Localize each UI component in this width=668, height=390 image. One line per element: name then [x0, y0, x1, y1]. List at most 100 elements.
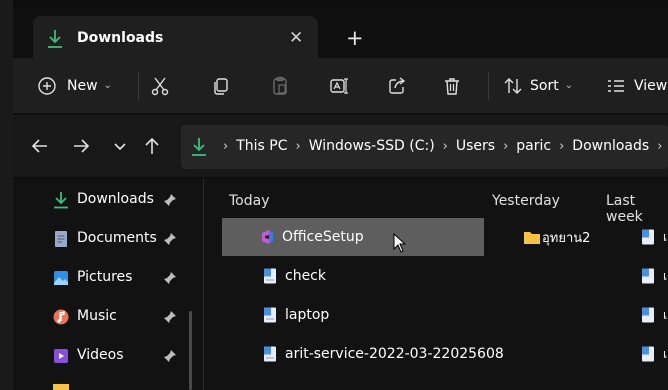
sidebar-item-documents[interactable]: Documents — [13, 220, 203, 258]
file-item[interactable]: เอ — [641, 335, 668, 373]
sort-label: Sort — [530, 77, 559, 94]
file-name: check — [285, 268, 326, 284]
file-name: เอ — [663, 307, 668, 322]
document-icon — [642, 346, 654, 362]
crumb-this-pc[interactable]: This PC — [236, 138, 287, 154]
document-icon — [264, 307, 276, 323]
pin-icon[interactable] — [163, 271, 177, 285]
file-item[interactable]: เอ — [641, 257, 668, 295]
delete-button[interactable] — [442, 58, 462, 113]
view-button[interactable]: View — [606, 58, 667, 113]
file-name: เอ — [663, 229, 668, 244]
tab-title: Downloads — [77, 30, 164, 46]
file-name: เอ — [663, 268, 668, 283]
sidebar-item-label: Pictures — [77, 269, 133, 285]
chevron-right-icon[interactable]: › — [295, 139, 300, 154]
divider — [138, 72, 139, 100]
up-arrow-icon[interactable] — [141, 135, 163, 157]
content-area: Downloads Documents Pictures Music Video… — [13, 179, 668, 390]
file-name: arit-service-2022-03-22025608 — [285, 346, 504, 362]
pin-icon[interactable] — [163, 232, 177, 246]
sidebar-item-music[interactable]: Music — [13, 298, 203, 336]
sidebar-item-label: Videos — [77, 347, 124, 363]
pin-icon[interactable] — [163, 310, 177, 324]
folder-icon — [53, 384, 69, 390]
chevron-right-icon[interactable]: › — [559, 139, 564, 154]
document-icon — [642, 229, 654, 245]
crumb-users[interactable]: Users — [456, 138, 495, 154]
close-tab-button[interactable]: ✕ — [289, 28, 303, 48]
file-item-check[interactable]: check — [263, 257, 326, 295]
window-edge — [0, 0, 13, 390]
address-bar[interactable]: › This PC › Windows-SSD (C:) › Users › p… — [181, 125, 668, 169]
divider — [488, 72, 489, 100]
title-bar: Downloads ✕ + — [13, 8, 668, 66]
view-label: View — [634, 77, 668, 94]
chevron-right-icon[interactable]: › — [657, 139, 662, 154]
breadcrumb: › This PC › Windows-SSD (C:) › Users › p… — [215, 138, 668, 154]
folder-item[interactable]: อุทยาน2 — [524, 218, 590, 256]
add-icon — [38, 76, 56, 95]
folder-icon — [524, 232, 540, 244]
pin-icon[interactable] — [163, 349, 177, 363]
pin-icon[interactable] — [163, 193, 177, 207]
sidebar-item-pictures[interactable]: Pictures — [13, 259, 203, 297]
copy-button[interactable] — [211, 58, 231, 113]
chevron-down-icon: ⌄ — [564, 80, 574, 91]
share-button[interactable] — [387, 58, 407, 113]
cut-button[interactable] — [150, 58, 170, 113]
sidebar-item-downloads[interactable]: Downloads — [13, 181, 203, 219]
delete-icon — [445, 77, 459, 95]
download-icon — [48, 30, 62, 48]
file-item-arit-service[interactable]: arit-service-2022-03-22025608 — [263, 335, 504, 373]
document-icon — [55, 231, 67, 247]
office-setup-icon — [262, 230, 273, 244]
back-arrow-icon[interactable] — [29, 135, 51, 157]
sidebar-item-label: Music — [77, 308, 117, 324]
chevron-right-icon[interactable]: › — [223, 139, 228, 154]
navigation-pane: Downloads Documents Pictures Music Video… — [13, 179, 203, 390]
rename-icon — [330, 77, 348, 94]
download-icon — [54, 192, 68, 209]
file-item[interactable]: เอ — [641, 296, 668, 334]
file-item-officesetup[interactable]: OfficeSetup — [222, 218, 484, 256]
paste-button[interactable] — [270, 58, 290, 113]
picture-icon — [54, 271, 68, 285]
file-name: อุทยาน2 — [542, 230, 591, 246]
file-item-laptop[interactable]: laptop — [263, 296, 329, 334]
paste-icon — [273, 76, 287, 95]
cut-icon — [151, 77, 169, 95]
command-bar: New ⌄ Sort ⌄ View — [13, 58, 668, 113]
sidebar-item-label: Documents — [77, 230, 157, 246]
share-icon — [389, 76, 406, 94]
document-icon — [642, 307, 654, 323]
download-icon — [192, 138, 206, 156]
scrollbar[interactable] — [189, 311, 192, 390]
crumb-downloads[interactable]: Downloads — [572, 138, 649, 154]
crumb-user[interactable]: paric — [516, 138, 551, 154]
mouse-cursor-icon — [393, 233, 407, 253]
chevron-right-icon[interactable]: › — [443, 139, 448, 154]
new-label: New — [67, 77, 98, 94]
file-name: laptop — [285, 307, 330, 323]
file-item[interactable]: เอ — [641, 218, 668, 256]
sidebar-item-videos[interactable]: Videos — [13, 337, 203, 375]
navigation-bar: › This PC › Windows-SSD (C:) › Users › p… — [13, 115, 668, 177]
new-tab-button[interactable]: + — [346, 28, 364, 49]
copy-icon — [214, 77, 228, 95]
chevron-right-icon[interactable]: › — [503, 139, 508, 154]
video-icon — [54, 349, 68, 363]
new-button[interactable]: New ⌄ — [37, 58, 112, 113]
document-icon — [264, 268, 276, 284]
group-header-today: Today — [229, 193, 270, 209]
chevron-down-icon: ⌄ — [103, 80, 112, 91]
sidebar-item-label: Downloads — [77, 191, 154, 207]
view-icon — [608, 79, 624, 92]
document-icon — [642, 268, 654, 284]
sort-button[interactable]: Sort ⌄ — [503, 58, 573, 113]
pane-divider[interactable] — [203, 179, 204, 390]
recent-locations-chevron-icon[interactable] — [109, 135, 131, 157]
forward-arrow-icon[interactable] — [70, 135, 92, 157]
crumb-drive[interactable]: Windows-SSD (C:) — [309, 138, 435, 154]
rename-button[interactable] — [329, 58, 349, 113]
